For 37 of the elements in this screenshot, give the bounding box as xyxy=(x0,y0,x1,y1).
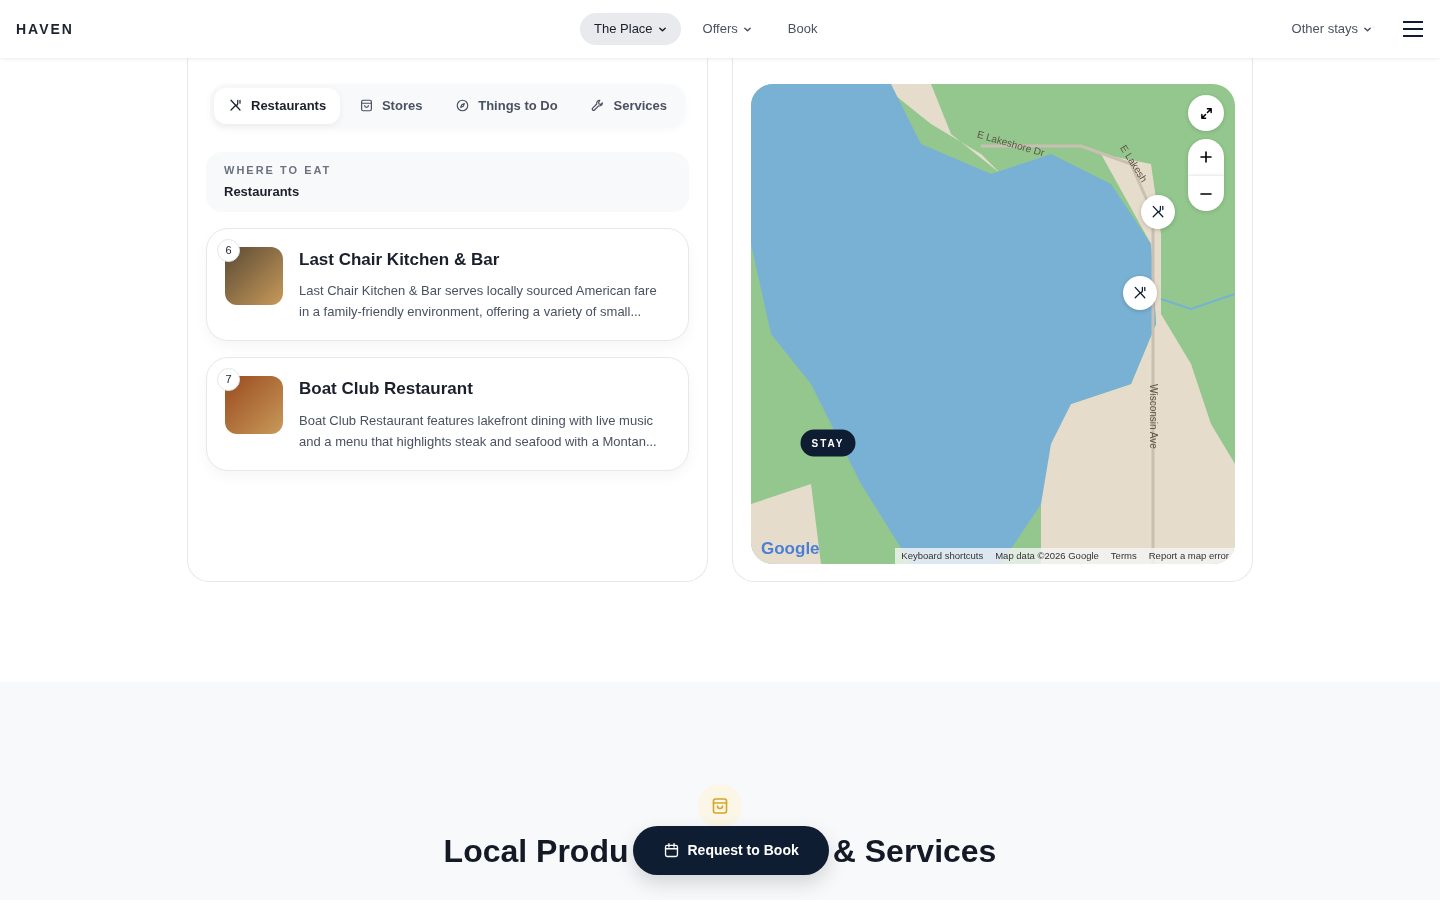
brand-logo[interactable]: HAVEN xyxy=(16,18,74,40)
wrench-icon xyxy=(590,98,606,114)
nav-link[interactable]: Book xyxy=(773,13,832,45)
section-eyebrow: WHERE TO EAT xyxy=(224,162,333,178)
place-number-badge: 7 xyxy=(217,368,240,391)
place-card[interactable]: 6 Last Chair Kitchen & Bar Last Chair Kitchen & Bar serves locally sourced American fare in a family-friendly environment, offering a variety of small... xyxy=(206,227,689,341)
calendar-icon xyxy=(662,842,680,859)
category-tab[interactable]: Stores xyxy=(344,88,437,124)
category-tab[interactable]: Services xyxy=(576,88,681,124)
photo-placeholder xyxy=(225,376,283,434)
road-label: Wisconsin Ave xyxy=(1146,384,1160,449)
shopping-bag-icon xyxy=(710,796,730,816)
zoom-in-button[interactable] xyxy=(1188,139,1224,175)
section-heading: Local Produ xyxy=(443,831,629,871)
place-number-badge: 6 xyxy=(217,238,240,262)
compass-icon xyxy=(455,98,471,114)
plus-icon xyxy=(1200,151,1212,163)
section-title: Restaurants xyxy=(224,183,301,201)
other-stays-dropdown[interactable]: Other stays xyxy=(1277,13,1386,45)
place-card[interactable]: 7 Boat Club Restaurant Boat Club Restaurant features lakefront dining with live music and a menu that highlights steak and seafood with a Montan... xyxy=(206,357,689,471)
menu-icon[interactable] xyxy=(1402,21,1424,37)
utensils-icon xyxy=(1132,285,1148,301)
map-provider-logo: Google xyxy=(761,537,820,560)
place-name: Boat Club Restaurant xyxy=(299,378,474,400)
category-tab[interactable]: Restaurants xyxy=(214,88,341,124)
nav-link[interactable]: The Place xyxy=(580,13,681,45)
request-to-book-button[interactable]: Request to Book xyxy=(632,826,829,875)
place-name: Last Chair Kitchen & Bar xyxy=(299,248,501,271)
photo-placeholder xyxy=(225,246,283,305)
place-description: Boat Club Restaurant features lakefront dining with live music and a menu that highlights steak and seafood with a Montan... xyxy=(299,411,658,451)
place-description: Last Chair Kitchen & Bar serves locally sourced American fare in a family-friendly environment, offering a variety of small... xyxy=(299,282,658,321)
expand-icon xyxy=(1199,106,1213,120)
utensils-icon xyxy=(1150,204,1166,220)
section-heading: & Services xyxy=(832,831,997,871)
category-tab[interactable]: Things to Do xyxy=(441,88,572,124)
shopping-bag-icon xyxy=(358,98,374,114)
nav-link[interactable]: Offers xyxy=(688,13,766,45)
